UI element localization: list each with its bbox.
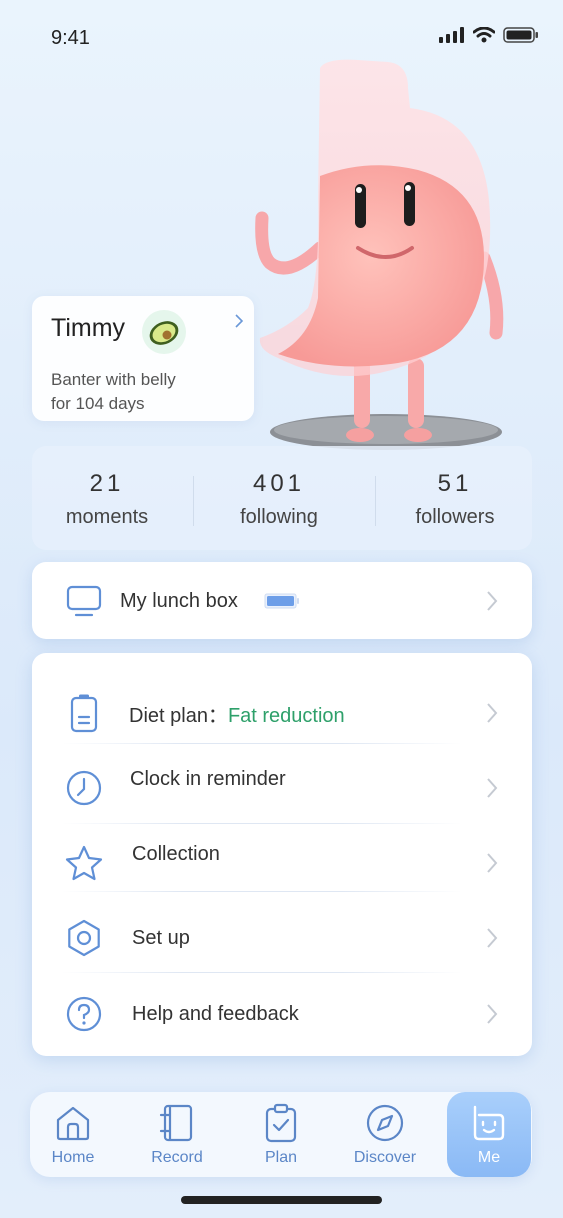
stat-divider	[375, 476, 376, 526]
star-icon	[64, 843, 104, 883]
profile-bio-line-1: Banter with belly	[51, 370, 176, 389]
chevron-right-icon	[487, 853, 498, 873]
tab-record[interactable]: Record	[137, 1092, 217, 1177]
lunch-box-label: My lunch box	[120, 589, 238, 612]
chevron-right-icon	[487, 778, 498, 798]
profile-bio: Banter with belly for 104 days	[51, 368, 241, 416]
stat-followers[interactable]: 51 followers	[380, 470, 530, 529]
menu-item-diet-plan[interactable]: Diet plan：Fat reduction	[32, 683, 532, 743]
settings-menu-card: Diet plan：Fat reduction Clock in reminde…	[32, 653, 532, 1056]
home-icon	[56, 1106, 90, 1141]
stat-divider	[193, 476, 194, 526]
stat-followers-value: 51	[437, 470, 473, 497]
tab-home[interactable]: Home	[33, 1092, 113, 1177]
question-circle-icon	[64, 994, 104, 1034]
battery-icon	[503, 27, 538, 43]
stat-moments-value: 21	[89, 470, 125, 497]
lunch-box-row[interactable]: My lunch box	[32, 562, 532, 639]
divider	[62, 972, 462, 973]
profile-card[interactable]: Timmy Banter with belly for 104 days	[32, 296, 254, 421]
divider	[62, 743, 462, 744]
cellular-signal-icon	[439, 27, 464, 43]
tab-discover[interactable]: Discover	[345, 1092, 425, 1177]
tab-me-label: Me	[477, 1149, 501, 1166]
status-icons	[439, 27, 539, 43]
profile-bio-line-2: for 104 days	[51, 394, 145, 413]
profile-chevron-right-icon	[235, 314, 244, 328]
tab-plan[interactable]: Plan	[241, 1092, 321, 1177]
avocado-avatar-icon	[142, 310, 186, 354]
chevron-right-icon	[487, 591, 498, 611]
smile-face-icon	[473, 1105, 505, 1141]
clock-icon	[64, 768, 104, 808]
stat-following-label: following	[240, 506, 318, 528]
menu-item-label: Diet plan：Fat reduction	[129, 699, 345, 728]
menu-item-clock-in-reminder[interactable]: Clock in reminder	[32, 758, 532, 818]
tab-home-label: Home	[51, 1149, 95, 1166]
clock-in-label: Clock in reminder	[130, 768, 286, 790]
home-indicator	[181, 1196, 382, 1204]
diet-plan-value: Fat reduction	[227, 704, 345, 727]
stomach-mascot-illustration	[255, 59, 504, 450]
clipboard-check-icon	[265, 1103, 297, 1143]
stats-card: 21 moments 401 following 51 followers	[32, 446, 532, 550]
bottom-tab-bar: Home Record Plan Discover Me	[30, 1092, 532, 1177]
wifi-icon	[473, 27, 495, 43]
stat-following-value: 401	[252, 470, 306, 497]
stat-followers-label: followers	[415, 506, 495, 528]
stat-following[interactable]: 401 following	[204, 470, 354, 529]
monitor-icon	[64, 581, 104, 621]
stat-moments[interactable]: 21 moments	[32, 470, 182, 529]
lunch-box-battery-icon	[264, 593, 299, 609]
menu-item-collection[interactable]: Collection	[32, 833, 532, 893]
divider	[62, 823, 462, 824]
help-feedback-label: Help and feedback	[132, 1002, 299, 1025]
tab-record-label: Record	[151, 1149, 203, 1166]
set-up-label: Set up	[132, 926, 190, 949]
notebook-icon	[159, 1104, 193, 1142]
menu-item-set-up[interactable]: Set up	[32, 908, 532, 968]
stat-moments-label: moments	[65, 506, 149, 528]
diet-plan-label: Diet plan：	[129, 704, 228, 727]
compass-icon	[366, 1104, 404, 1142]
menu-item-help-and-feedback[interactable]: Help and feedback	[32, 984, 532, 1044]
profile-name: Timmy	[51, 314, 126, 342]
tab-discover-label: Discover	[353, 1149, 417, 1166]
chevron-right-icon	[487, 928, 498, 948]
tab-plan-label: Plan	[264, 1149, 298, 1166]
battery-vertical-icon	[64, 693, 104, 733]
chevron-right-icon	[487, 1004, 498, 1024]
status-time: 9:41	[51, 27, 90, 49]
gear-icon	[64, 918, 104, 958]
collection-label: Collection	[132, 843, 220, 865]
chevron-right-icon	[487, 703, 498, 723]
divider	[62, 891, 462, 892]
tab-me[interactable]: Me	[447, 1092, 531, 1177]
